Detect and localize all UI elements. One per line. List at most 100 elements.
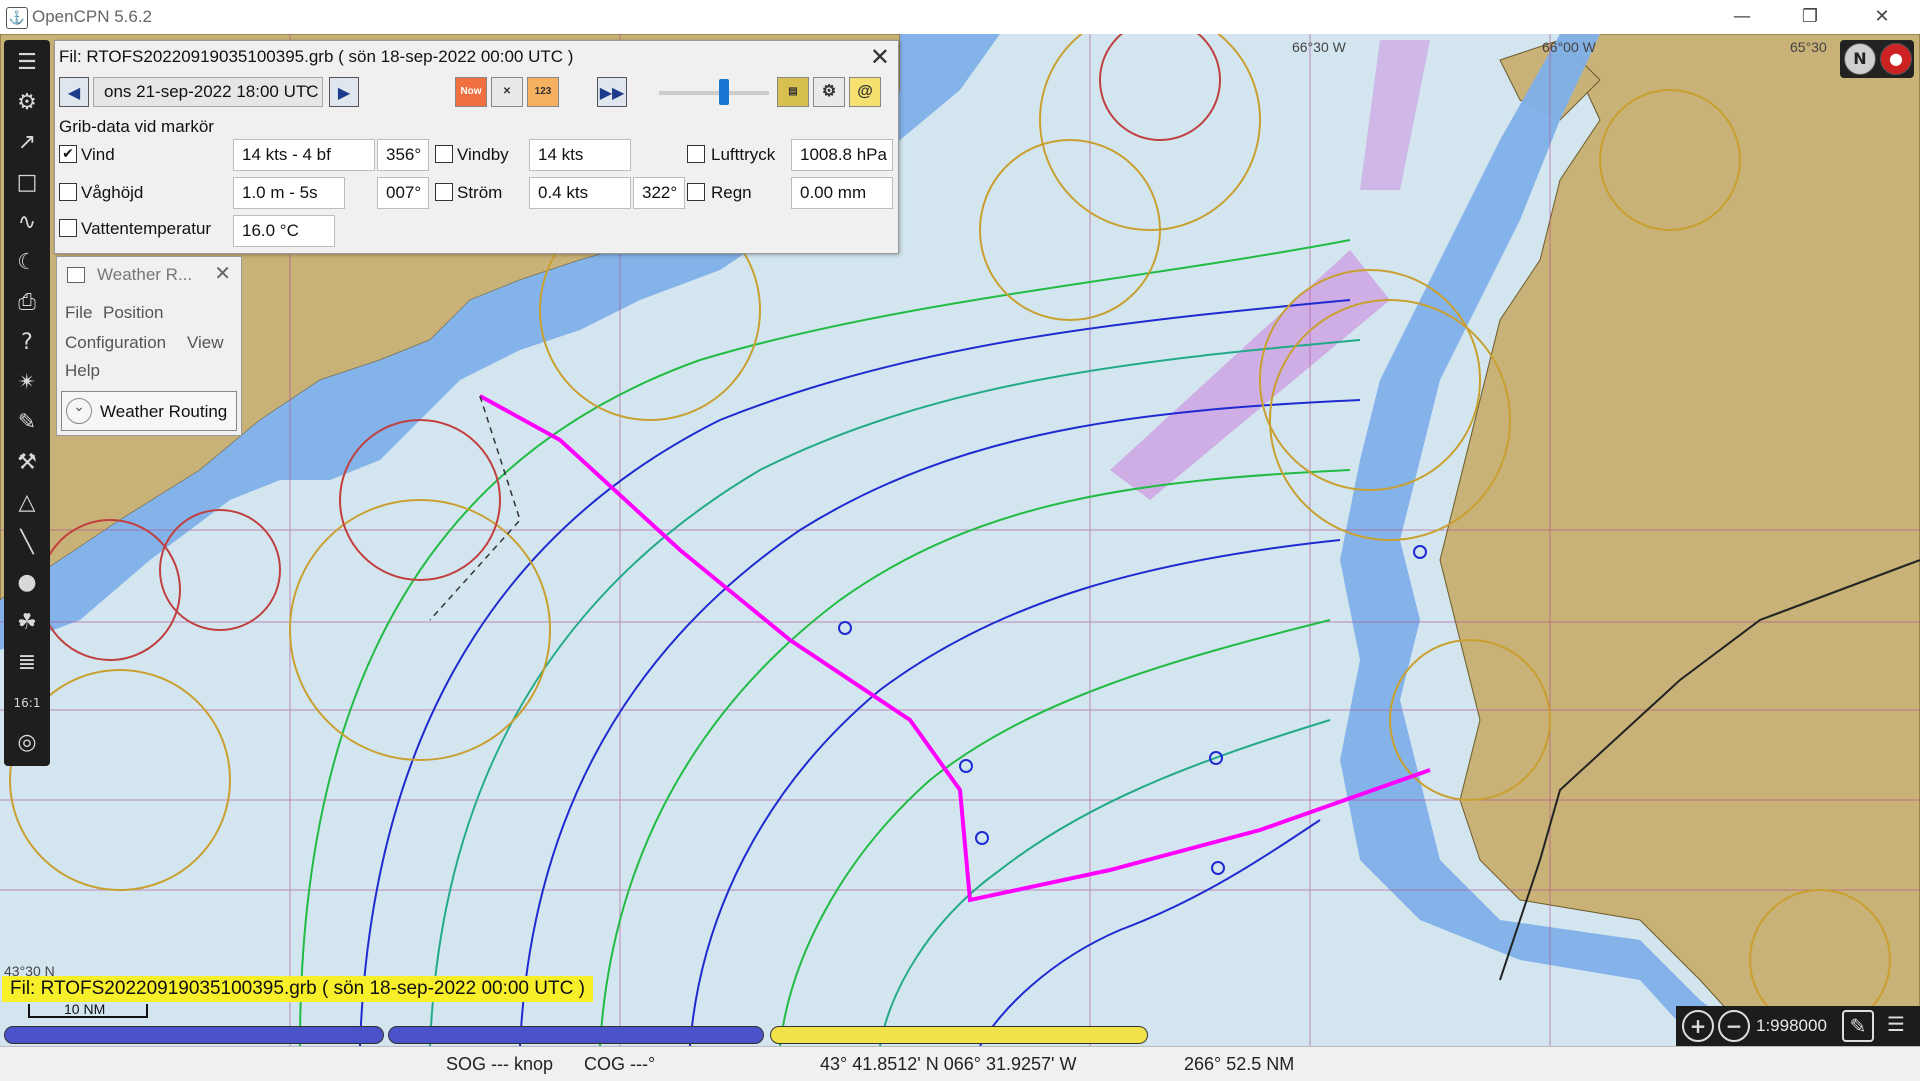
- menu-configuration[interactable]: Configuration: [65, 333, 166, 353]
- grib-dialog: Fil: RTOFS20220919035100395.grb ( sön 18…: [54, 40, 899, 254]
- time-select-value: ons 21-sep-2022 18:00 UTC: [104, 82, 319, 101]
- weather-routing-toggle-button[interactable]: ⌄ Weather Routing: [61, 391, 237, 431]
- title-bar: ⚓ OpenCPN 5.6.2 — ❐ ✕: [0, 0, 1920, 35]
- time-slider-track[interactable]: [659, 91, 769, 95]
- wind-label: Vind: [81, 145, 115, 164]
- previous-time-button[interactable]: ◀: [59, 77, 89, 107]
- cursor-data-header: Grib-data vid markör: [59, 117, 214, 136]
- wind-value: 14 kts - 4 bf: [233, 139, 375, 171]
- zoom-out-icon[interactable]: −: [1718, 1010, 1750, 1042]
- temperature-checkbox[interactable]: [59, 219, 77, 237]
- menu-view[interactable]: View: [187, 333, 224, 353]
- chart-icon[interactable]: □: [8, 164, 46, 202]
- gust-value: 14 kts: [529, 139, 631, 171]
- request-button[interactable]: @: [849, 77, 881, 107]
- globe-icon[interactable]: ●: [8, 564, 46, 602]
- play-button[interactable]: ▶▶: [597, 77, 627, 107]
- zoom-to-center-icon[interactable]: ✕: [491, 77, 523, 107]
- status-icon: ●: [1880, 43, 1912, 75]
- moon-icon[interactable]: ☾: [8, 244, 46, 282]
- pen-icon[interactable]: ✎: [8, 404, 46, 442]
- wind-direction: 356°: [377, 139, 429, 171]
- grib-dialog-title: Fil: RTOFS20220919035100395.grb ( sön 18…: [59, 47, 574, 66]
- weather-routing-button-label: Weather Routing: [100, 402, 228, 421]
- close-icon[interactable]: ✕: [870, 43, 890, 71]
- cursor-position: 43° 41.8512' N 066° 31.9257' W: [820, 1054, 1077, 1074]
- wave-label: Våghöjd: [81, 183, 144, 202]
- track-icon[interactable]: ∿: [8, 204, 46, 242]
- window-title: OpenCPN 5.6.2: [32, 7, 153, 26]
- grib-file-banner: Fil: RTOFS20220919035100395.grb ( sön 18…: [2, 976, 593, 1002]
- pressure-checkbox[interactable]: [687, 145, 705, 163]
- wave-direction: 007°: [377, 177, 429, 209]
- temperature-value: 16.0 °C: [233, 215, 335, 247]
- chart-bar-2[interactable]: [388, 1026, 764, 1044]
- bearing-distance: 266° 52.5 NM: [1184, 1054, 1295, 1074]
- compass-widget[interactable]: N ●: [1840, 40, 1914, 78]
- chevron-down-icon: ⌄: [303, 78, 314, 93]
- close-icon[interactable]: ✕: [214, 261, 231, 285]
- wave-value: 1.0 m - 5s: [233, 177, 345, 209]
- tools-icon[interactable]: ⚒: [8, 444, 46, 482]
- sog-readout: SOG --- knop: [446, 1054, 554, 1074]
- rain-value: 0.00 mm: [791, 177, 893, 209]
- maximize-button[interactable]: ❐: [1780, 0, 1840, 34]
- chart-scale: 1:998000: [1756, 1016, 1827, 1035]
- time-slider-thumb[interactable]: [719, 79, 729, 105]
- menu-icon[interactable]: ☰: [1880, 1010, 1912, 1042]
- route-icon[interactable]: ↗: [8, 124, 46, 162]
- minimize-button[interactable]: —: [1712, 0, 1772, 34]
- longitude-label: 65°30: [1790, 39, 1827, 55]
- open-file-icon[interactable]: ▤: [777, 77, 809, 107]
- interpolate-button[interactable]: 123: [527, 77, 559, 107]
- measure-icon[interactable]: ╲: [8, 524, 46, 562]
- layers-icon[interactable]: ≣: [8, 644, 46, 682]
- settings-icon[interactable]: ⚙: [813, 77, 845, 107]
- longitude-label: 66°30 W: [1292, 39, 1347, 55]
- current-checkbox[interactable]: [435, 183, 453, 201]
- menu-file[interactable]: File: [65, 303, 92, 323]
- wave-checkbox[interactable]: [59, 183, 77, 201]
- chart-bar-1[interactable]: [4, 1026, 384, 1044]
- now-button[interactable]: Now: [455, 77, 487, 107]
- triangle-icon[interactable]: △: [8, 484, 46, 522]
- chevron-down-icon: ⌄: [66, 398, 92, 424]
- current-label: Ström: [457, 183, 503, 202]
- help-icon[interactable]: ?: [8, 324, 46, 362]
- zoom-in-icon[interactable]: +: [1682, 1010, 1714, 1042]
- time-select[interactable]: ons 21-sep-2022 18:00 UTC ⌄: [93, 77, 323, 107]
- chart-bar-3[interactable]: [770, 1026, 1148, 1044]
- status-bar: SOG --- knop COG ---° 43° 41.8512' N 066…: [0, 1046, 1920, 1081]
- next-time-button[interactable]: ▶: [329, 77, 359, 107]
- left-toolbar: ☰ ⚙ ↗ □ ∿ ☾ ⎙? ✴ ✎ ⚒ △ ╲ ● ☘ ≣ 16:1 ◎: [4, 40, 50, 766]
- current-direction: 322°: [633, 177, 685, 209]
- longitude-label: 66°00 W: [1542, 39, 1597, 55]
- lifebuoy-icon[interactable]: ◎: [8, 724, 46, 762]
- window-icon: [67, 267, 85, 283]
- zoom-level-icon[interactable]: 16:1: [8, 684, 46, 722]
- gust-label: Vindby: [457, 145, 509, 164]
- temperature-label: Vattentemperatur: [81, 219, 212, 238]
- menu-help[interactable]: Help: [65, 361, 100, 381]
- gust-checkbox[interactable]: [435, 145, 453, 163]
- menu-position[interactable]: Position: [103, 303, 163, 323]
- rain-label: Regn: [711, 183, 752, 202]
- close-window-button[interactable]: ✕: [1852, 0, 1912, 34]
- pressure-label: Lufttryck: [711, 145, 776, 164]
- scale-bar-label: 10 NM: [64, 1001, 106, 1017]
- print-icon[interactable]: ⎙: [8, 284, 46, 322]
- plugin-icon[interactable]: ☘: [8, 604, 46, 642]
- star-icon[interactable]: ✴: [8, 364, 46, 402]
- weather-routing-window: Weather R... ✕ File Position Configurati…: [56, 256, 242, 436]
- weather-routing-title: Weather R...: [97, 265, 193, 284]
- cog-readout: COG ---°: [584, 1054, 656, 1074]
- north-up-icon[interactable]: N: [1844, 43, 1876, 75]
- current-value: 0.4 kts: [529, 177, 631, 209]
- menu-icon[interactable]: ☰: [8, 44, 46, 82]
- settings-icon[interactable]: ⚙: [8, 84, 46, 122]
- pressure-value: 1008.8 hPa: [791, 139, 893, 171]
- tracking-icon[interactable]: ✎: [1842, 1010, 1874, 1042]
- rain-checkbox[interactable]: [687, 183, 705, 201]
- zoom-panel: + − 1:998000 ✎ ☰: [1676, 1006, 1920, 1046]
- wind-checkbox[interactable]: ✔: [59, 145, 77, 163]
